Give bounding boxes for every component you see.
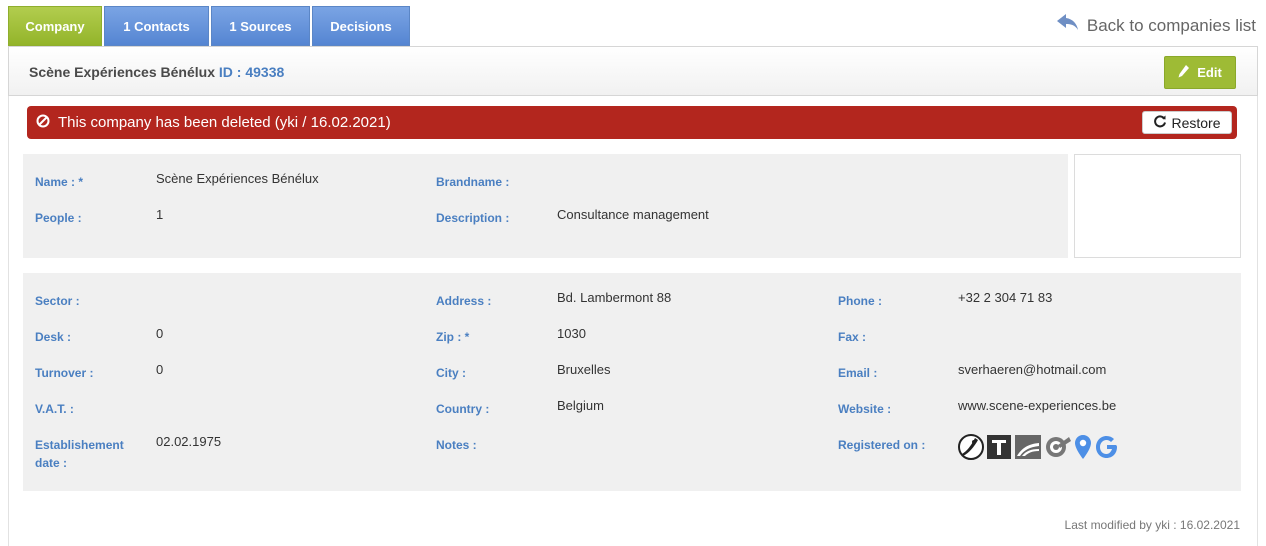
zip-value: 1030: [557, 326, 586, 341]
establishment-label-line1: Establishement: [35, 438, 124, 452]
map-pin-icon[interactable]: [1074, 434, 1092, 460]
people-label: People :: [35, 211, 82, 225]
country-label: Country :: [436, 402, 490, 416]
name-label: Name : *: [35, 175, 84, 189]
back-arrow-icon: [1056, 14, 1087, 37]
fax-label: Fax :: [838, 330, 867, 344]
phone-label: Phone :: [838, 294, 882, 308]
website-label: Website :: [838, 402, 892, 416]
description-value: Consultance management: [557, 207, 709, 222]
restore-label: Restore: [1171, 114, 1221, 131]
website-value[interactable]: www.scene-experiences.be: [958, 397, 1116, 415]
desk-value: 0: [156, 326, 164, 341]
company-header: Scène Expériences Bénélux ID : 49338 Edi…: [8, 46, 1258, 96]
city-label: City :: [436, 366, 466, 380]
desk-label: Desk :: [35, 330, 72, 344]
phone-value: +32 2 304 71 83: [958, 290, 1053, 305]
back-link-label: Back to companies list: [1086, 15, 1256, 35]
t-registry-icon[interactable]: [986, 434, 1012, 460]
deleted-message: This company has been deleted (yki / 16.…: [58, 114, 391, 131]
zip-label: Zip : *: [436, 330, 470, 344]
vat-label: V.A.T. :: [35, 402, 74, 416]
name-value: Scène Expériences Bénélux: [156, 171, 319, 186]
turnover-value: 0: [156, 362, 164, 377]
address-label: Address :: [436, 294, 492, 308]
country-value: Belgium: [557, 398, 604, 413]
company-logo-placeholder: [1074, 154, 1241, 258]
info-registry-icon[interactable]: [958, 434, 984, 460]
brandname-label: Brandname :: [436, 175, 510, 189]
tab-company[interactable]: Company: [8, 6, 102, 46]
city-value: Bruxelles: [557, 362, 611, 377]
company-id: ID : 49338: [218, 64, 285, 80]
last-modified-info: Last modified by yki : 16.02.2021: [1064, 518, 1240, 532]
google-icon[interactable]: [1094, 434, 1120, 460]
pencil-icon: [1178, 64, 1197, 81]
registered-label: Registered on :: [838, 438, 926, 452]
company-name: Scène Expériences Bénélux: [29, 64, 215, 80]
establishment-label: Establishement date :: [35, 436, 124, 472]
back-to-list-link[interactable]: Back to companies list: [1056, 14, 1256, 37]
edit-button[interactable]: Edit: [1164, 56, 1236, 89]
establishment-label-line2: date :: [35, 456, 68, 470]
page-title: Scène Expériences Bénélux ID : 49338: [29, 64, 284, 80]
establishment-value: 02.02.1975: [156, 434, 222, 449]
people-value: 1: [156, 207, 164, 222]
tab-contacts[interactable]: 1 Contacts: [104, 6, 209, 46]
edit-label: Edit: [1197, 65, 1222, 80]
email-value[interactable]: sverhaeren@hotmail.com: [958, 361, 1106, 379]
turnover-label: Turnover :: [35, 366, 94, 380]
sector-label: Sector :: [35, 294, 80, 308]
registered-icons: [958, 432, 1122, 462]
tab-bar: Company 1 Contacts 1 Sources Decisions: [8, 6, 412, 46]
gazette-icon[interactable]: [1014, 434, 1042, 460]
address-value: Bd. Lambermont 88: [557, 290, 672, 305]
refresh-icon: [1153, 114, 1171, 131]
description-label: Description :: [436, 211, 510, 225]
tab-decisions[interactable]: Decisions: [312, 6, 410, 46]
notes-label: Notes :: [436, 438, 477, 452]
ban-icon: [36, 114, 50, 132]
tab-sources[interactable]: 1 Sources: [211, 6, 310, 46]
graydon-icon[interactable]: [1044, 434, 1072, 460]
restore-button[interactable]: Restore: [1142, 111, 1232, 134]
email-label: Email :: [838, 366, 878, 380]
deleted-alert: This company has been deleted (yki / 16.…: [27, 106, 1237, 139]
